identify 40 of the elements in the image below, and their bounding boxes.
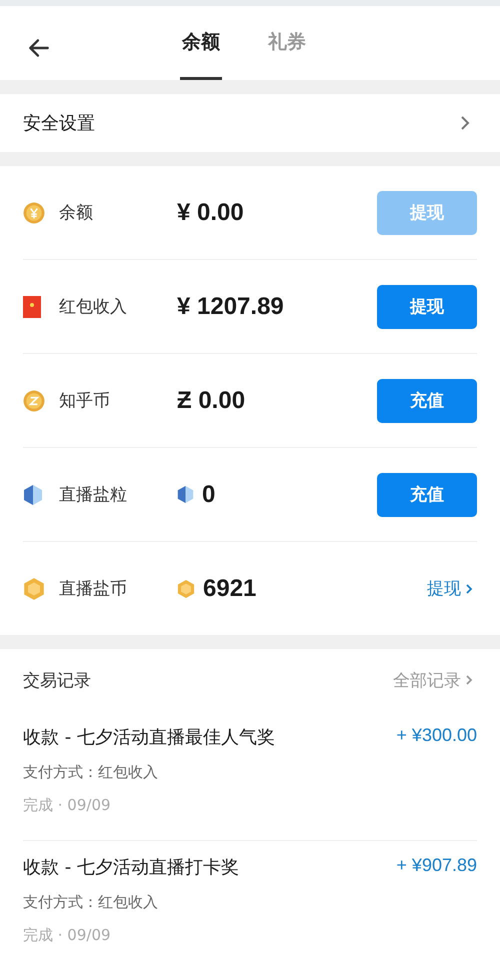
- withdraw-link[interactable]: 提现: [427, 577, 473, 600]
- chevron-right-icon: [465, 582, 473, 594]
- balance-label: 直播盐币: [59, 578, 128, 600]
- security-settings-row[interactable]: 安全设置: [0, 94, 500, 152]
- transaction-amount: + ¥907.89: [396, 854, 477, 876]
- transaction-amount: + ¥300.00: [396, 724, 477, 746]
- balance-label: 知乎币: [59, 390, 111, 412]
- yuan-coin-icon: [23, 202, 45, 224]
- hexagon-gem-icon: [23, 484, 43, 506]
- tab[interactable]: 余额: [180, 6, 222, 80]
- action-button[interactable]: 充值: [377, 378, 477, 422]
- balance-amount: 0: [202, 480, 216, 508]
- transaction-status: 完成 · 09/09: [23, 926, 112, 944]
- chevron-right-icon: [465, 674, 473, 686]
- envelope-icon: [23, 296, 41, 318]
- payment-method: 支付方式：红包收入: [23, 762, 159, 782]
- transaction-status: 完成 · 09/09: [23, 796, 112, 814]
- balance-amount: ¥ 0.00: [177, 198, 244, 226]
- balance-label: 直播盐粒: [59, 484, 128, 506]
- hexagon-gem-icon: [177, 485, 194, 504]
- z-coin-icon: [23, 390, 45, 412]
- hexagon-coin-icon: [23, 576, 45, 600]
- tab[interactable]: 礼券: [266, 6, 308, 80]
- balance-amount: Ƶ 0.00: [177, 386, 246, 414]
- balance-amount: ¥ 1207.89: [177, 292, 284, 320]
- transaction-item[interactable]: 收款 - 七夕活动直播打卡奖 + ¥907.89 支付方式：红包收入 完成 · 09/09: [23, 841, 477, 963]
- action-button[interactable]: 充值: [377, 472, 477, 516]
- action-button[interactable]: 提现: [377, 284, 477, 328]
- payment-method: 支付方式：红包收入: [23, 892, 159, 912]
- all-records-link[interactable]: 全部记录: [393, 668, 473, 692]
- balance-label: 余额: [59, 202, 94, 224]
- section-title: 交易记录: [23, 670, 91, 692]
- balance-amount: 6921: [203, 574, 256, 602]
- transaction-title: 收款 - 七夕活动直播最佳人气奖: [23, 726, 275, 748]
- transaction-item[interactable]: 收款 - 七夕活动直播最佳人气奖 + ¥300.00 支付方式：红包收入 完成 · 09/09: [23, 711, 477, 841]
- security-settings-label: 安全设置: [23, 112, 95, 135]
- hexagon-coin-icon: [177, 578, 195, 598]
- chevron-right-icon: [460, 115, 470, 131]
- transaction-title: 收款 - 七夕活动直播打卡奖: [23, 856, 239, 878]
- balance-label: 红包收入: [59, 296, 128, 318]
